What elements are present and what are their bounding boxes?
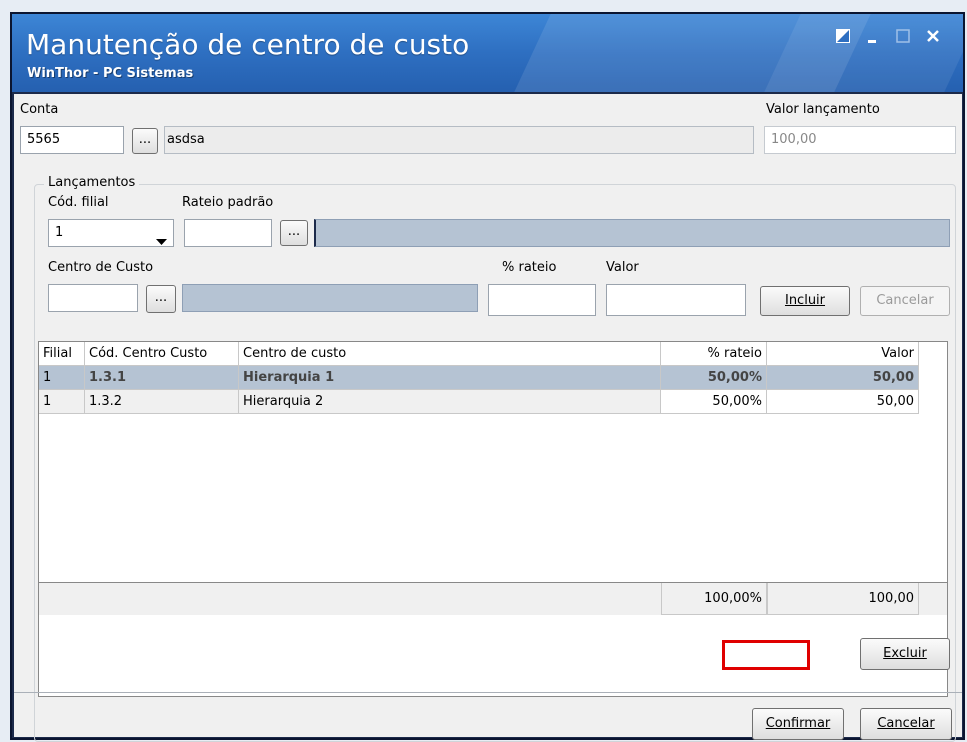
valor-label: Valor bbox=[606, 260, 639, 275]
cell-filial: 1 bbox=[39, 366, 85, 390]
cell-pct: 50,00% bbox=[661, 390, 767, 414]
header-pct-rateio[interactable]: % rateio bbox=[661, 342, 767, 366]
valor-input[interactable] bbox=[606, 284, 746, 316]
total-pct: 100,00% bbox=[661, 583, 767, 615]
header-filial[interactable]: Filial bbox=[39, 342, 85, 366]
cod-filial-select[interactable]: 1 bbox=[48, 219, 174, 247]
rateio-padrao-input[interactable] bbox=[184, 219, 272, 247]
table-row[interactable]: 1 1.3.2 Hierarquia 2 50,00% 50,00 bbox=[39, 390, 919, 414]
cell-pct: 50,00% bbox=[661, 366, 767, 390]
rateio-padrao-label: Rateio padrão bbox=[182, 195, 274, 210]
table-row[interactable]: 1 1.3.1 Hierarquia 1 50,00% 50,00 bbox=[39, 366, 919, 390]
lancamentos-table[interactable]: Filial Cód. Centro Custo Centro de custo… bbox=[38, 341, 948, 697]
total-valor: 100,00 bbox=[767, 583, 919, 615]
window: Manutenção de centro de custo WinThor - … bbox=[10, 12, 965, 742]
conta-label: Conta bbox=[20, 102, 59, 117]
cell-centro: Hierarquia 2 bbox=[239, 390, 661, 414]
centro-custo-input[interactable] bbox=[48, 284, 138, 312]
conta-lookup-button[interactable]: ... bbox=[132, 128, 158, 154]
cod-filial-value: 1 bbox=[55, 225, 64, 240]
minimize-icon[interactable] bbox=[862, 28, 884, 50]
lancamentos-group-title: Lançamentos bbox=[44, 175, 140, 190]
centro-description-field bbox=[182, 284, 478, 312]
highlight-box bbox=[722, 640, 810, 670]
pct-rateio-input[interactable] bbox=[488, 284, 596, 316]
cod-filial-label: Cód. filial bbox=[48, 195, 109, 210]
window-title: Manutenção de centro de custo bbox=[26, 28, 470, 61]
title-bar[interactable]: Manutenção de centro de custo WinThor - … bbox=[12, 14, 963, 92]
close-icon[interactable] bbox=[922, 28, 944, 50]
window-subtitle: WinThor - PC Sistemas bbox=[27, 66, 194, 81]
rateio-lookup-button[interactable]: ... bbox=[280, 220, 308, 246]
centro-custo-label: Centro de Custo bbox=[48, 260, 154, 275]
cell-cod: 1.3.1 bbox=[85, 366, 239, 390]
header-valor[interactable]: Valor bbox=[767, 342, 919, 366]
excluir-button[interactable]: Excluir bbox=[860, 638, 950, 670]
rateio-description-field bbox=[314, 219, 950, 247]
conta-code-input[interactable]: 5565 bbox=[20, 126, 124, 154]
dialog-body: Conta 5565 ... asdsa Valor lançamento 10… bbox=[14, 94, 962, 742]
chevron-down-icon bbox=[156, 230, 167, 246]
cancelar-button[interactable]: Cancelar bbox=[860, 708, 952, 740]
pct-rateio-label: % rateio bbox=[502, 260, 557, 275]
cell-centro: Hierarquia 1 bbox=[239, 366, 661, 390]
cell-filial: 1 bbox=[39, 390, 85, 414]
cancelar-lancamento-button: Cancelar bbox=[860, 286, 950, 316]
restore-icon[interactable] bbox=[832, 28, 854, 50]
header-cod-centro[interactable]: Cód. Centro Custo bbox=[85, 342, 239, 366]
divider bbox=[14, 692, 962, 693]
valor-lancamento-field: 100,00 bbox=[764, 126, 956, 154]
table-footer: 100,00% 100,00 bbox=[39, 582, 947, 615]
cell-valor: 50,00 bbox=[767, 390, 919, 414]
centro-lookup-button[interactable]: ... bbox=[146, 285, 176, 313]
valor-lancamento-label: Valor lançamento bbox=[766, 102, 880, 117]
conta-description-field: asdsa bbox=[164, 126, 754, 154]
header-centro-custo[interactable]: Centro de custo bbox=[239, 342, 661, 366]
table-header: Filial Cód. Centro Custo Centro de custo… bbox=[39, 342, 919, 366]
cell-valor: 50,00 bbox=[767, 366, 919, 390]
confirmar-button[interactable]: Confirmar bbox=[752, 708, 844, 740]
incluir-button[interactable]: Incluir bbox=[760, 286, 850, 316]
cell-cod: 1.3.2 bbox=[85, 390, 239, 414]
maximize-icon[interactable] bbox=[892, 28, 914, 50]
